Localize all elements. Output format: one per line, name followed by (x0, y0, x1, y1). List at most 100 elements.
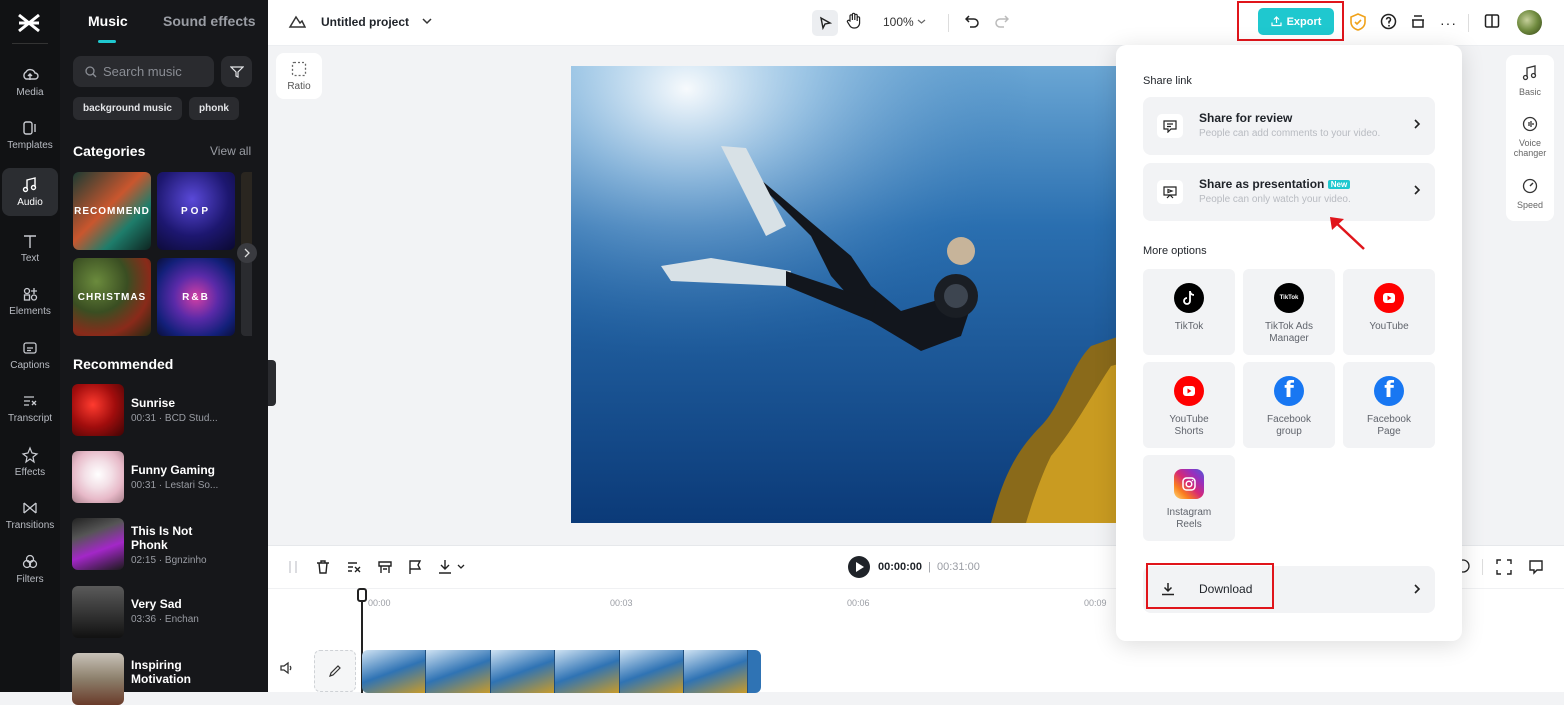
chevron-right-icon (1414, 185, 1421, 195)
delete-icon[interactable] (316, 559, 330, 575)
track-item[interactable]: Very Sad 03:36 · Enchan (72, 586, 262, 638)
facebook-icon: f (1374, 376, 1404, 406)
voice-changer-icon (1522, 116, 1538, 132)
capcut-logo-icon[interactable] (16, 12, 42, 34)
redo-icon (995, 15, 1009, 28)
avatar[interactable] (1517, 10, 1542, 35)
comment-icon[interactable] (1528, 559, 1544, 575)
filters-icon (22, 554, 38, 569)
rail-transcript[interactable]: Transcript (2, 384, 58, 432)
tool-speed[interactable]: Speed (1506, 178, 1554, 210)
hand-tool-button[interactable] (846, 12, 862, 30)
export-menu: Share link Share for review People can a… (1116, 45, 1462, 641)
track-item[interactable]: Sunrise 00:31 · BCD Stud... (72, 384, 262, 436)
search-music-input[interactable]: Search music (73, 56, 214, 87)
view-all-link[interactable]: View all (210, 144, 251, 158)
rail-text[interactable]: Text (2, 224, 58, 272)
tab-music[interactable]: Music (88, 13, 128, 29)
highlight-box-export (1237, 1, 1344, 41)
presentation-icon (1157, 180, 1183, 204)
tab-sound-effects[interactable]: Sound effects (163, 13, 256, 29)
ratio-icon (291, 61, 307, 76)
rail-media[interactable]: Media (2, 58, 58, 106)
rail-templates[interactable]: Templates (2, 111, 58, 159)
layout-toggle-icon[interactable] (1484, 13, 1500, 29)
tick-label: 00:03 (610, 598, 633, 608)
transitions-icon (23, 502, 37, 514)
top-bar: Untitled project 100% Export ··· (268, 0, 1564, 46)
category-christmas[interactable]: CHRISTMAS (73, 258, 151, 336)
rail-effects[interactable]: Effects (2, 438, 58, 486)
option-youtube[interactable]: YouTube (1343, 269, 1435, 355)
play-button[interactable] (848, 556, 870, 578)
option-facebook-group[interactable]: f Facebook group (1243, 362, 1335, 448)
more-menu-icon[interactable]: ··· (1440, 15, 1457, 31)
time-separator: | (928, 561, 931, 573)
play-icon (855, 562, 864, 572)
option-facebook-page[interactable]: f Facebook Page (1343, 362, 1435, 448)
ratio-button[interactable]: Ratio (276, 53, 322, 99)
more-options-title: More options (1143, 245, 1207, 257)
volume-icon[interactable] (280, 661, 294, 675)
split-icon[interactable] (286, 560, 300, 574)
undo-icon (965, 15, 979, 28)
cloud-icon (23, 68, 39, 80)
redo-button[interactable] (995, 14, 1009, 28)
keyboard-shortcut-icon[interactable] (1410, 13, 1426, 29)
help-icon[interactable] (1380, 13, 1397, 30)
option-instagram-reels[interactable]: Instagram Reels (1143, 455, 1235, 541)
recommended-title: Recommended (73, 356, 174, 372)
left-rail: Media Templates Audio Text Elements Capt… (0, 0, 60, 692)
category-rnb[interactable]: R&B (157, 258, 235, 336)
track-thumbnail (72, 653, 124, 705)
zoom-chevron-icon[interactable] (917, 18, 926, 25)
video-clip[interactable] (362, 650, 761, 693)
track-item[interactable]: This Is Not Phonk 02:15 · Bgnzinho (72, 518, 262, 570)
download-menu-icon[interactable] (438, 559, 468, 575)
rail-captions[interactable]: Captions (2, 331, 58, 379)
hand-icon (846, 12, 861, 29)
panel-collapse-handle[interactable] (268, 360, 276, 406)
track-item[interactable]: Inspiring Motivation (72, 653, 262, 705)
select-tool-button[interactable] (812, 10, 838, 36)
project-name[interactable]: Untitled project (321, 15, 409, 29)
chevron-right-icon (1414, 119, 1421, 129)
zoom-level[interactable]: 100% (883, 15, 914, 29)
annotation-arrow-icon (1330, 217, 1365, 250)
category-pop[interactable]: POP (157, 172, 235, 250)
youtube-shorts-icon (1174, 376, 1204, 406)
option-youtube-shorts[interactable]: YouTube Shorts (1143, 362, 1235, 448)
tick-label: 00:00 (368, 598, 391, 608)
chip-background-music[interactable]: background music (73, 97, 182, 120)
share-as-presentation[interactable]: Share as presentation New People can onl… (1143, 163, 1435, 221)
flag-icon[interactable] (408, 559, 422, 575)
rail-audio[interactable]: Audio (2, 168, 58, 216)
video-preview[interactable] (571, 66, 1149, 523)
rail-elements[interactable]: Elements (2, 277, 58, 325)
speed-icon (1522, 178, 1538, 194)
shield-icon[interactable] (1350, 13, 1366, 31)
rail-transitions[interactable]: Transitions (2, 491, 58, 539)
tool-voice-changer[interactable]: Voice changer (1506, 116, 1554, 158)
tool-basic[interactable]: Basic (1506, 65, 1554, 97)
rail-filters[interactable]: Filters (2, 545, 58, 593)
option-tiktok-ads-manager[interactable]: TikTok TikTok Ads Manager (1243, 269, 1335, 355)
option-tiktok[interactable]: TikTok (1143, 269, 1235, 355)
cover-edit-button[interactable] (314, 650, 356, 692)
transcript-tool-icon[interactable] (346, 559, 362, 575)
playhead-handle[interactable] (357, 588, 367, 602)
track-item[interactable]: Funny Gaming 00:31 · Lestari So... (72, 451, 262, 503)
tick-label: 00:06 (847, 598, 870, 608)
filter-button[interactable] (221, 56, 252, 87)
chevron-down-icon[interactable] (422, 17, 432, 25)
chip-phonk[interactable]: phonk (189, 97, 239, 120)
chevron-right-icon (1414, 584, 1421, 594)
share-for-review[interactable]: Share for review People can add comments… (1143, 97, 1435, 155)
freeze-frame-icon[interactable] (377, 559, 393, 575)
captions-icon (23, 342, 37, 354)
category-recommend[interactable]: RECOMMEND (73, 172, 151, 250)
categories-next-button[interactable] (237, 243, 257, 263)
undo-button[interactable] (965, 14, 979, 28)
music-note-icon (1522, 65, 1537, 81)
fullscreen-icon[interactable] (1496, 559, 1512, 575)
